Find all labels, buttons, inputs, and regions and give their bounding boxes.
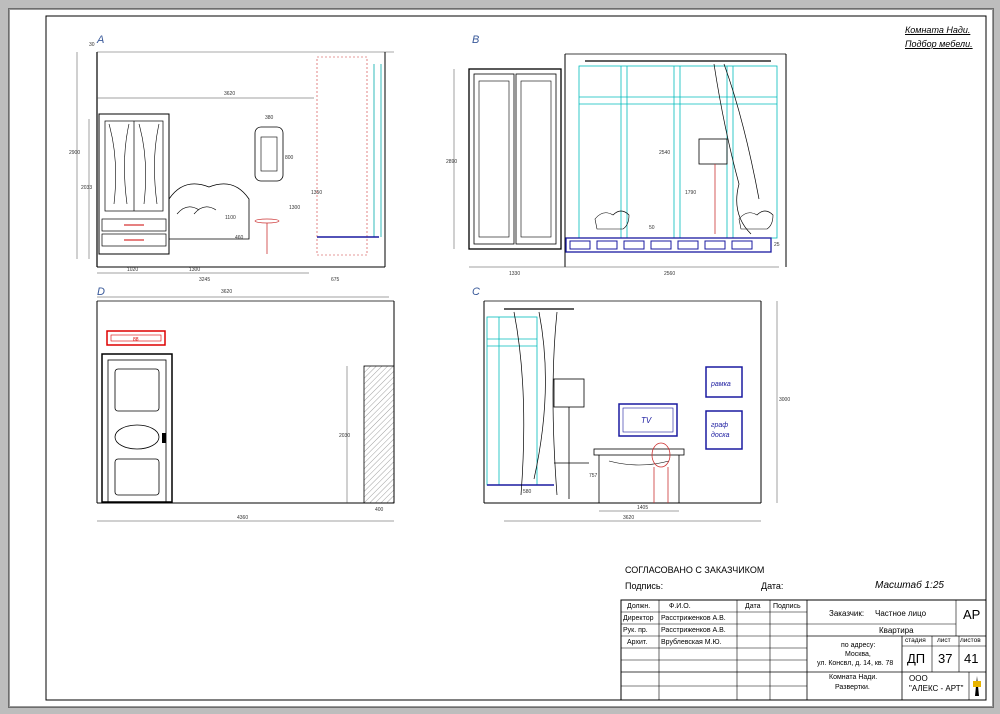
dim-a-1300b: 1300 [189, 267, 200, 273]
sheet-label: лист [937, 637, 951, 644]
company-line1: ООО [909, 674, 928, 683]
view-b-label: B [472, 34, 479, 46]
project-title-line2: Подбор мебели. [905, 39, 973, 49]
board-label-1: граф [711, 422, 728, 429]
board-label-2: доска [711, 431, 730, 439]
row-position: Архит. [627, 639, 648, 646]
dim-a-1100: 1100 [225, 215, 236, 221]
dim-a-380: 380 [265, 115, 274, 121]
dim-b-2560: 2560 [664, 271, 675, 277]
dim-d-400: 400 [375, 507, 384, 513]
drawing-name-line2: Развертки. [835, 684, 870, 691]
ac-label: 88 [133, 337, 139, 343]
sheets-value: 41 [964, 651, 979, 666]
dim-d-3620: 3620 [221, 289, 232, 295]
view-c-label: C [472, 286, 480, 298]
stage-label: стадия [905, 637, 926, 644]
project-title-line1: Комната Нади. [905, 25, 971, 35]
object-label: Квартира [879, 626, 914, 635]
sheets-label: листов [960, 637, 981, 644]
dim-a-2900: 2900 [69, 150, 80, 156]
elevation-c: C TV рамка граф доска 757 580 3000 1405 … [472, 286, 790, 522]
frame-label: рамка [710, 381, 731, 388]
row-position: Рук. пр. [623, 627, 648, 634]
col-date: Дата [745, 603, 761, 610]
drawing-sheet: A 2900 2033 30 3620 380 800 1350 1300 11… [8, 8, 994, 708]
dim-c-757: 757 [589, 473, 598, 479]
customer-label: Заказчик: [829, 609, 865, 618]
dim-a-460: 460 [235, 235, 244, 241]
dim-b-2540: 2540 [659, 150, 670, 156]
dim-a-30: 30 [89, 42, 95, 48]
dim-a-800: 800 [285, 155, 294, 161]
view-a-label: A [96, 34, 104, 46]
dim-b-25: 25 [774, 242, 780, 248]
sheet-value: 37 [938, 651, 953, 666]
dim-d-2030: 2030 [339, 433, 350, 439]
dim-a-675: 675 [331, 277, 340, 283]
view-d-label: D [97, 286, 105, 298]
dim-b-2890: 2890 [446, 159, 457, 165]
date-label: Дата: [761, 581, 784, 591]
dim-c-1405: 1405 [637, 505, 648, 511]
customer-value: Частное лицо [875, 609, 927, 618]
dim-c-3000: 3000 [779, 397, 790, 403]
address-line2: Москва, [845, 651, 871, 658]
stage-value: ДП [907, 651, 926, 666]
row-position: Директор [623, 615, 654, 622]
address-line1: по адресу: [841, 642, 876, 649]
row-name: Врублевская М.Ю. [661, 639, 722, 646]
elevation-a: A 2900 2033 30 3620 380 800 1350 1300 11… [69, 34, 394, 283]
address-line3: ул. Консвл, д. 14, кв. 78 [817, 660, 894, 667]
agreed-label: СОГЛАСОВАНО С ЗАКАЗЧИКОМ [625, 565, 765, 575]
dim-b-50: 50 [649, 225, 655, 231]
section-code: АР [963, 607, 981, 622]
company-line2: "АЛЕКС - АРТ" [909, 684, 964, 693]
tv-label: TV [641, 416, 652, 425]
dim-d-4360: 4360 [237, 515, 248, 521]
dim-c-580: 580 [523, 489, 532, 495]
elevation-drawings: A 2900 2033 30 3620 380 800 1350 1300 11… [45, 15, 987, 701]
scale-label: Масштаб 1:25 [875, 580, 944, 591]
dim-b-1790: 1790 [685, 190, 696, 196]
col-position: Должн. [627, 603, 651, 610]
elevation-b: B 2890 2540 1790 50 25 1330 2560 [446, 34, 787, 277]
elevation-d: D 3620 88 2030 4360 400 [96, 286, 395, 522]
dim-a-1020: 1020 [127, 267, 138, 273]
drawing-name-line1: Комната Нади. [829, 674, 878, 681]
signature-label: Подпись: [625, 581, 664, 591]
dim-a-1300: 1300 [289, 205, 300, 211]
dim-a-2033: 2033 [81, 185, 92, 191]
dim-c-3620: 3620 [623, 515, 634, 521]
dim-b-1330: 1330 [509, 271, 520, 277]
row-name: Расстриженков А.В. [661, 627, 726, 634]
dim-a-1350: 1350 [311, 190, 322, 196]
row-name: Расстриженков А.В. [661, 615, 726, 622]
dim-a-3620: 3620 [224, 91, 235, 97]
dim-a-3245: 3245 [199, 277, 210, 283]
col-name: Ф.И.О. [669, 603, 691, 610]
col-sign: Подпись [773, 603, 801, 610]
